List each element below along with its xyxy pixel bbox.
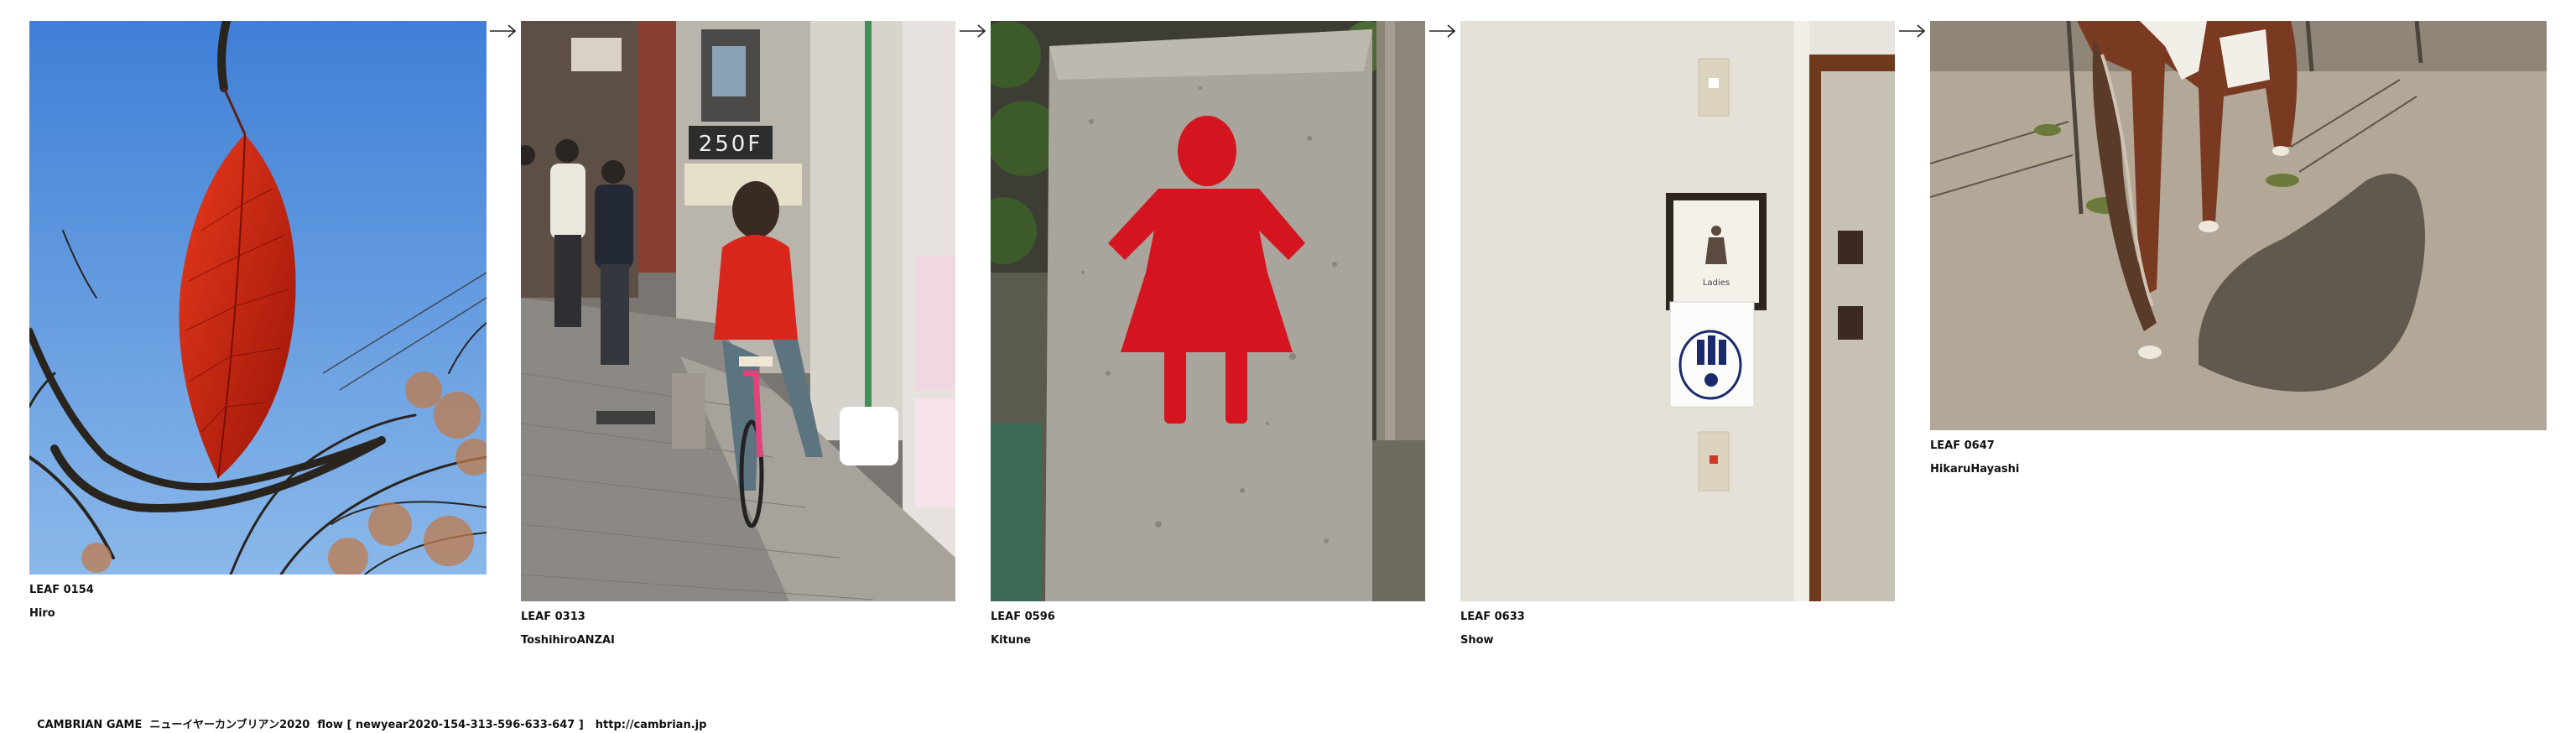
- svg-text:250F: 250F: [699, 132, 763, 157]
- pony-shadow-image: [1930, 21, 2547, 430]
- leaf-photo-0596[interactable]: [991, 21, 1425, 601]
- leaf-photo-0154[interactable]: [29, 21, 487, 574]
- leaf-id-0313: LEAF 0313: [521, 611, 585, 623]
- right-arrow-icon: [490, 24, 517, 38]
- footer: CAMBRIAN GAME ニューイヤーカンブリアン2020 flow [ ne…: [29, 703, 706, 733]
- leaf-id-0596: LEAF 0596: [991, 611, 1055, 623]
- right-arrow-icon: [960, 24, 986, 38]
- leaf-id-0647: LEAF 0647: [1930, 439, 1995, 452]
- right-arrow-icon: [1899, 24, 1926, 38]
- leaf-photo-0647[interactable]: [1930, 21, 2547, 430]
- leaf-author-0647: HikaruHayashi: [1930, 463, 2020, 476]
- leaf-author-0633: Show: [1460, 634, 1494, 647]
- concrete-post-image: [991, 21, 1425, 601]
- leaf-author-0154: Hiro: [29, 607, 55, 620]
- leaf-author-0313: ToshihiroANZAI: [521, 634, 615, 647]
- svg-text:Ladies: Ladies: [1703, 278, 1730, 288]
- right-arrow-icon: [1429, 24, 1456, 38]
- leaf-author-0596: Kitune: [991, 634, 1032, 647]
- leaf-id-0154: LEAF 0154: [29, 584, 94, 596]
- red-leaf-image: [29, 21, 487, 574]
- footer-link[interactable]: http://cambrian.jp: [596, 719, 707, 731]
- footer-text: CAMBRIAN GAME ニューイヤーカンブリアン2020 flow [ ne…: [37, 719, 584, 731]
- leaf-id-0633: LEAF 0633: [1460, 611, 1525, 623]
- leaf-photo-0313[interactable]: 250F: [521, 21, 955, 601]
- restroom-sign-image: Ladies: [1460, 21, 1895, 601]
- street-cyclist-image: 250F: [521, 21, 955, 601]
- leaf-photo-0633[interactable]: Ladies: [1460, 21, 1895, 601]
